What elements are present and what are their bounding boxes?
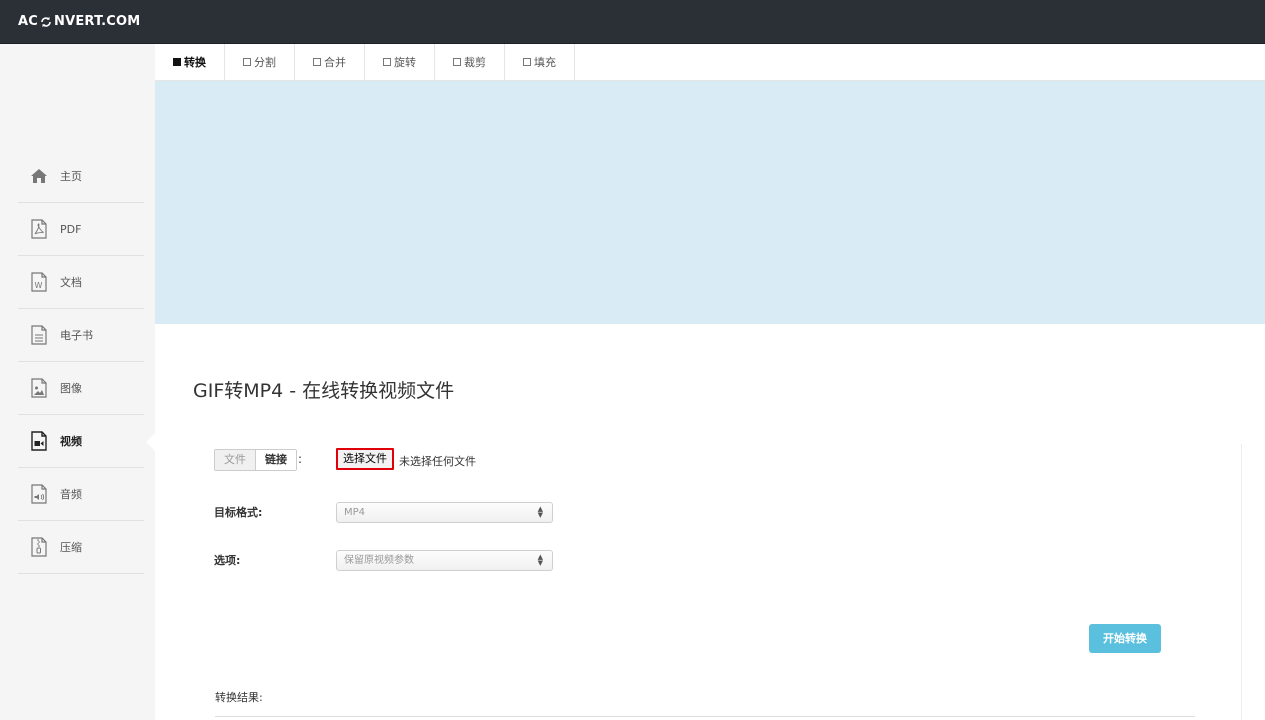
source-link-button[interactable]: 链接: [256, 450, 296, 470]
source-file-button[interactable]: 文件: [215, 450, 256, 470]
target-format-label: 目标格式:: [214, 506, 263, 519]
home-icon: [30, 166, 48, 186]
tab-label: 合并: [324, 56, 346, 69]
source-toggle: 文件 链接: [214, 449, 297, 471]
checkbox-icon: [523, 58, 531, 66]
sidebar: 主页 PDF W 文档 电子书 图像 视频 音频 压缩: [0, 44, 155, 720]
sidebar-item-label: PDF: [60, 222, 82, 236]
video-file-icon: [30, 431, 48, 451]
tab-split[interactable]: 分割: [225, 44, 295, 80]
audio-file-icon: [30, 484, 48, 504]
logo-text-left: AC: [18, 14, 39, 29]
ebook-file-icon: [30, 325, 48, 345]
tab-label: 裁剪: [464, 56, 486, 69]
sidebar-item-label: 主页: [60, 170, 82, 183]
file-status-text: 未选择任何文件: [399, 455, 476, 468]
sidebar-item-image[interactable]: 图像: [18, 362, 144, 415]
sidebar-item-label: 电子书: [60, 329, 93, 342]
result-divider: [215, 716, 1195, 717]
sidebar-item-home[interactable]: 主页: [18, 150, 144, 203]
options-select[interactable]: 保留原视频参数 ▲ ▼: [336, 550, 553, 571]
select-arrows-icon: ▲ ▼: [537, 553, 543, 567]
panel-divider: [1241, 444, 1242, 720]
image-file-icon: [30, 378, 48, 398]
options-label: 选项:: [214, 554, 241, 567]
checkbox-icon: [243, 58, 251, 66]
checkbox-icon: [173, 58, 181, 66]
tab-rotate[interactable]: 旋转: [365, 44, 435, 80]
sidebar-item-document[interactable]: W 文档: [18, 256, 144, 309]
sidebar-item-label: 压缩: [60, 541, 82, 554]
sidebar-item-archive[interactable]: 压缩: [18, 521, 144, 574]
sidebar-item-audio[interactable]: 音频: [18, 468, 144, 521]
tab-label: 旋转: [394, 56, 416, 69]
tab-pad[interactable]: 填充: [505, 44, 575, 80]
choose-file-button[interactable]: 选择文件: [336, 448, 394, 470]
sidebar-item-label: 音频: [60, 488, 82, 501]
svg-text:W: W: [35, 281, 43, 290]
sidebar-item-label: 图像: [60, 382, 82, 395]
start-convert-button[interactable]: 开始转换: [1089, 624, 1161, 653]
tab-label: 填充: [534, 56, 556, 69]
select-arrows-icon: ▲ ▼: [537, 505, 543, 519]
word-file-icon: W: [30, 272, 48, 292]
sidebar-item-video[interactable]: 视频: [18, 415, 144, 468]
tab-merge[interactable]: 合并: [295, 44, 365, 80]
active-item-pointer: [146, 433, 155, 451]
tab-crop[interactable]: 裁剪: [435, 44, 505, 80]
tool-tabs: 转换 分割 合并 旋转 裁剪 填充: [155, 44, 1265, 81]
archive-file-icon: [30, 537, 48, 557]
logo-text-right: NVERT.COM: [54, 14, 141, 29]
tab-label: 转换: [184, 56, 206, 69]
checkbox-icon: [453, 58, 461, 66]
sidebar-item-label: 文档: [60, 276, 82, 289]
sidebar-list: 主页 PDF W 文档 电子书 图像 视频 音频 压缩: [18, 150, 144, 574]
sidebar-item-label: 视频: [60, 435, 82, 448]
options-value: 保留原视频参数: [344, 555, 414, 566]
sidebar-item-pdf[interactable]: PDF: [18, 203, 144, 256]
target-format-value: MP4: [344, 507, 366, 518]
site-logo[interactable]: AC NVERT.COM: [18, 14, 140, 29]
banner-area: [155, 81, 1265, 324]
top-bar: AC NVERT.COM: [0, 0, 1265, 44]
result-label: 转换结果:: [215, 691, 263, 704]
refresh-icon: [40, 16, 52, 28]
tab-label: 分割: [254, 56, 276, 69]
checkbox-icon: [313, 58, 321, 66]
source-colon: :: [298, 452, 303, 466]
page-title: GIF转MP4 - 在线转换视频文件: [193, 380, 455, 402]
checkbox-icon: [383, 58, 391, 66]
sidebar-item-ebook[interactable]: 电子书: [18, 309, 144, 362]
target-format-select[interactable]: MP4 ▲ ▼: [336, 502, 553, 523]
main-content: GIF转MP4 - 在线转换视频文件 文件 链接 : 选择文件 未选择任何文件 …: [155, 324, 1265, 720]
tab-convert[interactable]: 转换: [155, 44, 225, 80]
pdf-file-icon: [30, 219, 48, 239]
